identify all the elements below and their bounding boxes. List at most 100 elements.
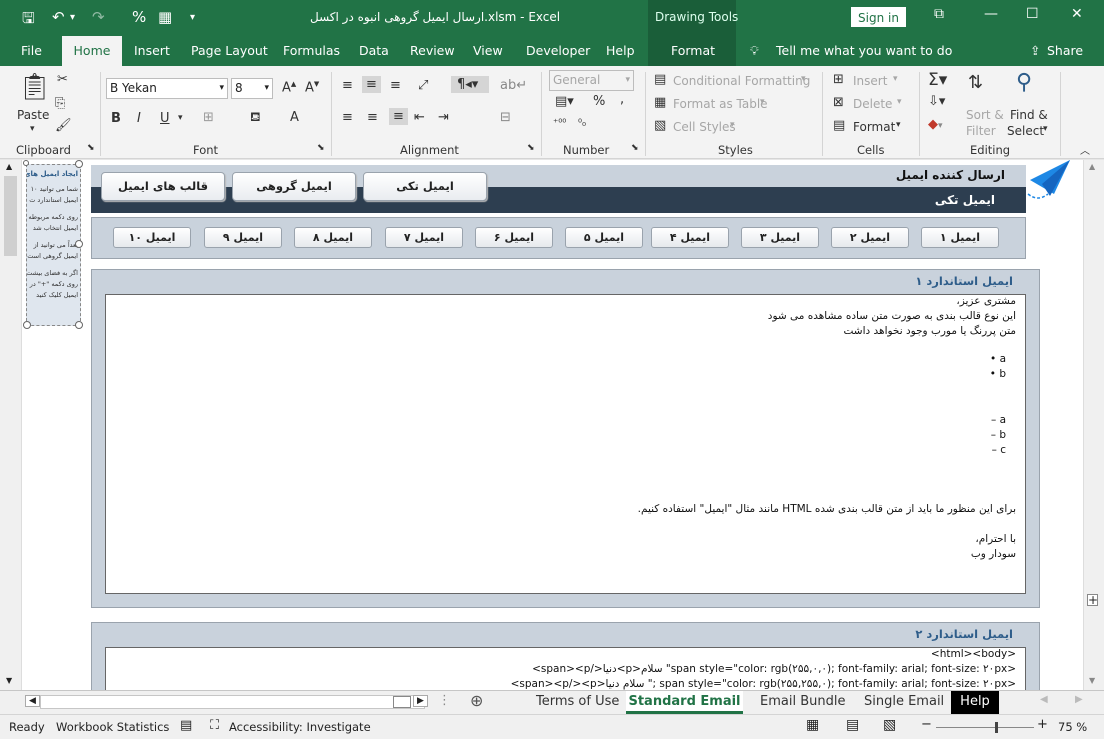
zoom-slider-thumb[interactable]: [995, 722, 998, 733]
workbook-statistics[interactable]: Workbook Statistics: [56, 720, 169, 734]
add-sheet-icon[interactable]: ⊕: [470, 691, 483, 710]
decrease-indent-icon[interactable]: ⇤: [414, 110, 425, 125]
clipboard-launcher-icon[interactable]: ⬊: [87, 143, 95, 153]
align-center-icon[interactable]: ≡: [367, 110, 378, 125]
italic-button[interactable]: I: [137, 111, 141, 126]
undo-dropdown-icon[interactable]: ▾: [70, 12, 75, 23]
h-scroll-thumb[interactable]: [393, 696, 411, 708]
increase-decimal-icon[interactable]: ⁺⁰⁰: [553, 118, 566, 129]
sort-label[interactable]: Sort &: [966, 108, 1004, 122]
zoom-level[interactable]: 75 %: [1058, 720, 1087, 734]
email-4-button[interactable]: ایمیل ۴: [651, 227, 729, 248]
accessibility-icon[interactable]: ⛶: [210, 718, 219, 733]
email-6-button[interactable]: ایمیل ۶: [475, 227, 553, 248]
paste-dropdown-icon[interactable]: ▾: [30, 124, 35, 134]
scroll-thumb[interactable]: [4, 176, 17, 256]
sheet-tab-standard-email[interactable]: Standard Email: [626, 691, 743, 714]
scroll-down-icon[interactable]: ▼: [1089, 676, 1095, 685]
sheet-tab-help[interactable]: Help: [951, 691, 999, 714]
fill-color-icon[interactable]: ⛾: [250, 110, 261, 127]
scroll-down-icon[interactable]: ▼: [6, 676, 12, 685]
tab-page-layout[interactable]: Page Layout: [191, 43, 268, 58]
format-cells-button[interactable]: Format: [853, 120, 895, 134]
group-email-nav-button[interactable]: ایمیل گروهی: [232, 172, 356, 201]
zoom-out-icon[interactable]: −: [921, 717, 932, 732]
email-1-button[interactable]: ایمیل ۱: [921, 227, 999, 248]
tab-review[interactable]: Review: [410, 43, 455, 58]
email-10-button[interactable]: ایمیل ۱۰: [113, 227, 191, 248]
conditional-formatting-button[interactable]: Conditional Formatting: [673, 74, 810, 88]
rtl-direction-icon[interactable]: ¶◂▾: [451, 76, 489, 93]
copy-icon[interactable]: ⎘: [55, 96, 65, 111]
font-launcher-icon[interactable]: ⬊: [317, 143, 325, 153]
scroll-up-icon[interactable]: ▲: [1089, 162, 1095, 171]
percent-button[interactable]: %: [593, 94, 605, 109]
tab-options-icon[interactable]: ⋮: [438, 693, 451, 708]
left-scrollbar[interactable]: ▲ ▼: [0, 160, 22, 690]
cell-styles-button[interactable]: Cell Styles: [673, 120, 736, 134]
filter-label[interactable]: Filter: [966, 124, 996, 138]
comma-button[interactable]: ,: [620, 92, 624, 107]
ribbon-display-icon[interactable]: ⧉: [934, 6, 944, 22]
number-format-box[interactable]: General ▾: [549, 70, 634, 91]
customize-qat-icon[interactable]: ▾: [190, 12, 195, 23]
underline-button[interactable]: U: [160, 111, 170, 126]
tab-view[interactable]: View: [473, 43, 503, 58]
email-templates-nav-button[interactable]: قالب های ایمیل: [101, 172, 225, 201]
table-quick-icon[interactable]: ▦: [158, 8, 172, 26]
resize-handle[interactable]: [75, 240, 83, 248]
decrease-decimal-icon[interactable]: ⁰₀: [578, 118, 586, 129]
insert-cells-button[interactable]: Insert: [853, 74, 887, 88]
resize-handle[interactable]: [23, 160, 29, 166]
tab-scroll-right-icon[interactable]: ▶: [413, 695, 428, 707]
close-button[interactable]: ✕: [1071, 6, 1083, 22]
resize-handle[interactable]: [75, 160, 83, 168]
expand-plus-icon[interactable]: +: [1087, 594, 1098, 606]
currency-icon[interactable]: ▤▾: [555, 94, 574, 109]
tab-developer[interactable]: Developer: [526, 43, 590, 58]
zoom-slider[interactable]: [936, 727, 1034, 728]
align-middle-icon[interactable]: ≡: [362, 76, 381, 93]
tab-home[interactable]: Home: [62, 36, 122, 66]
resize-handle[interactable]: [75, 321, 83, 329]
shrink-font-icon[interactable]: A▼: [305, 80, 319, 95]
sign-in-button[interactable]: Sign in: [851, 7, 906, 27]
template-1-body[interactable]: مشتری عزیز، این نوع قالب بندی به صورت متن…: [105, 294, 1026, 594]
email-8-button[interactable]: ایمیل ۸: [294, 227, 372, 248]
format-as-table-button[interactable]: Format as Table: [673, 97, 768, 111]
align-top-icon[interactable]: ≡: [342, 78, 353, 93]
tab-data[interactable]: Data: [359, 43, 389, 58]
alignment-launcher-icon[interactable]: ⬊: [527, 143, 535, 153]
bold-button[interactable]: B: [111, 111, 121, 126]
resize-handle[interactable]: [23, 321, 31, 329]
sheet-tab-single-email[interactable]: Single Email: [864, 691, 944, 714]
collapse-ribbon-icon[interactable]: ︿: [1080, 142, 1090, 157]
tab-insert[interactable]: Insert: [134, 43, 170, 58]
sheet-tab-email-bundle[interactable]: Email Bundle: [760, 691, 845, 714]
email-9-button[interactable]: ایمیل ۹: [204, 227, 282, 248]
zoom-in-icon[interactable]: +: [1037, 717, 1048, 732]
percent-quick-icon[interactable]: %: [132, 8, 146, 26]
clear-icon[interactable]: ◆▾: [928, 117, 943, 132]
tabs-prev-icon[interactable]: ◀: [1040, 694, 1048, 705]
select-label[interactable]: Select: [1007, 124, 1044, 138]
fill-icon[interactable]: ⇩▾: [928, 94, 945, 109]
delete-cells-button[interactable]: Delete: [853, 97, 892, 111]
autosum-icon[interactable]: Σ▾: [928, 70, 947, 90]
align-bottom-icon[interactable]: ≡: [390, 78, 401, 93]
tab-scroll-left-icon[interactable]: ◀: [25, 695, 40, 707]
page-break-view-icon[interactable]: ▧: [883, 717, 896, 733]
borders-icon[interactable]: ⊞: [203, 110, 214, 125]
find-label[interactable]: Find &: [1010, 108, 1048, 122]
single-email-nav-button[interactable]: ایمیل تکی: [363, 172, 487, 201]
email-3-button[interactable]: ایمیل ۳: [741, 227, 819, 248]
tab-formulas[interactable]: Formulas: [283, 43, 340, 58]
horizontal-scrollbar[interactable]: [40, 695, 425, 709]
macro-record-icon[interactable]: ▤: [180, 718, 192, 733]
tab-help[interactable]: Help: [606, 43, 635, 58]
info-textbox[interactable]: ایجاد ایمیل های ل شما می توانید ۱۰ ایمیل …: [26, 164, 81, 326]
wrap-text-icon[interactable]: ab↵: [500, 78, 527, 93]
tab-file[interactable]: File: [21, 43, 42, 58]
font-color-icon[interactable]: A: [290, 110, 299, 125]
email-7-button[interactable]: ایمیل ۷: [385, 227, 463, 248]
